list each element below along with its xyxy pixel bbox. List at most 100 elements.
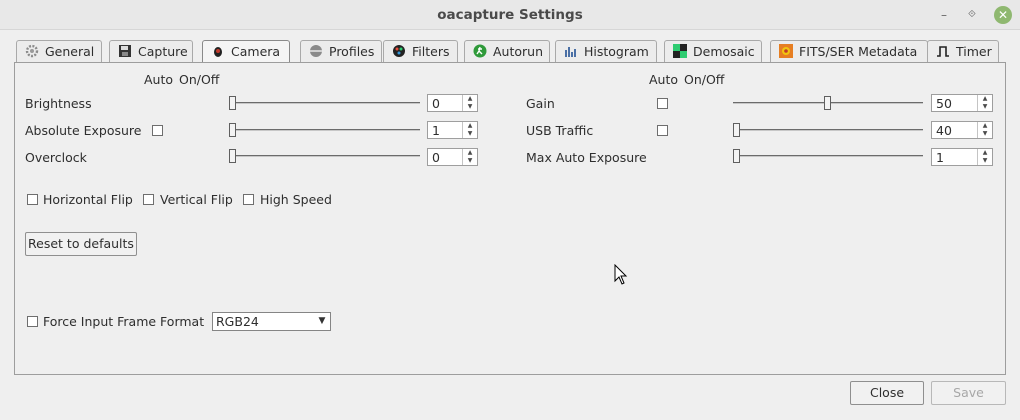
force-input-frame-format-label[interactable]: Force Input Frame Format: [43, 314, 204, 329]
image-metadata-icon: [779, 44, 793, 58]
right-auto-header: Auto: [649, 72, 679, 87]
increment-arrow-icon: ▲: [467, 122, 473, 129]
absolute-exposure-auto-checkbox[interactable]: [152, 125, 163, 136]
slider-handle[interactable]: [229, 149, 236, 163]
absolute-exposure-label: Absolute Exposure: [25, 123, 142, 138]
increment-arrow-icon: ▲: [467, 95, 473, 102]
reset-to-defaults-button[interactable]: Reset to defaults: [25, 232, 137, 256]
force-input-frame-format-checkbox[interactable]: [27, 316, 38, 327]
absolute-exposure-spinbox[interactable]: 1 ▲ ▼: [427, 121, 478, 139]
spinbox-value: 1: [936, 150, 944, 165]
frame-format-select[interactable]: RGB24 ▼: [212, 312, 331, 331]
brightness-label: Brightness: [25, 96, 92, 111]
brightness-slider[interactable]: [229, 96, 420, 110]
spinbox-value: 40: [936, 123, 952, 138]
tab-fits-ser-metadata[interactable]: FITS/SER Metadata: [770, 40, 928, 63]
tab-filters[interactable]: Filters: [383, 40, 458, 63]
spinbox-arrows[interactable]: ▲ ▼: [977, 122, 992, 138]
usb-traffic-slider[interactable]: [733, 123, 923, 137]
tab-profiles-label: Profiles: [329, 44, 375, 59]
minimize-button[interactable]: –: [935, 6, 953, 24]
tab-camera[interactable]: Camera: [202, 40, 290, 64]
max-auto-exposure-label: Max Auto Exposure: [526, 150, 647, 165]
gain-slider[interactable]: [733, 96, 923, 110]
tab-timer-label: Timer: [956, 44, 992, 59]
increment-arrow-icon: ▲: [467, 149, 473, 156]
gear-icon: [25, 44, 39, 58]
horizontal-flip-label[interactable]: Horizontal Flip: [43, 192, 133, 207]
tab-capture-label: Capture: [138, 44, 188, 59]
spinbox-value: 1: [432, 123, 440, 138]
slider-handle[interactable]: [733, 149, 740, 163]
left-auto-header: Auto: [144, 72, 174, 87]
slider-handle[interactable]: [229, 96, 236, 110]
spinbox-arrows[interactable]: ▲ ▼: [462, 95, 477, 111]
brightness-spinbox[interactable]: 0 ▲ ▼: [427, 94, 478, 112]
increment-arrow-icon: ▲: [982, 95, 988, 102]
spinbox-value: 0: [432, 96, 440, 111]
tab-demosaic-label: Demosaic: [693, 44, 755, 59]
decrement-arrow-icon: ▼: [467, 157, 473, 164]
tab-demosaic[interactable]: Demosaic: [664, 40, 762, 63]
maximize-button[interactable]: ⟐: [963, 6, 981, 24]
max-auto-exposure-slider[interactable]: [733, 149, 923, 163]
close-window-button[interactable]: ✕: [994, 6, 1012, 24]
disc-icon: [309, 44, 323, 58]
increment-arrow-icon: ▲: [982, 149, 988, 156]
spinbox-value: 0: [432, 150, 440, 165]
decrement-arrow-icon: ▼: [982, 130, 988, 137]
tab-histogram[interactable]: Histogram: [555, 40, 657, 63]
absolute-exposure-slider[interactable]: [229, 123, 420, 137]
camera-icon: [211, 44, 225, 58]
tab-camera-label: Camera: [231, 44, 281, 59]
chevron-down-icon[interactable]: ▼: [314, 313, 330, 330]
decrement-arrow-icon: ▼: [982, 157, 988, 164]
slider-handle[interactable]: [733, 123, 740, 137]
close-button[interactable]: Close: [850, 381, 924, 405]
bayer-grid-icon: [673, 44, 687, 58]
gain-label: Gain: [526, 96, 555, 111]
runner-icon: [473, 44, 487, 58]
frame-format-selected: RGB24: [216, 314, 259, 329]
gain-auto-checkbox[interactable]: [657, 98, 668, 109]
spinbox-value: 50: [936, 96, 952, 111]
max-auto-exposure-spinbox[interactable]: 1 ▲ ▼: [931, 148, 993, 166]
right-onoff-header: On/Off: [684, 72, 725, 87]
overclock-spinbox[interactable]: 0 ▲ ▼: [427, 148, 478, 166]
histogram-icon: [564, 44, 578, 58]
high-speed-checkbox[interactable]: [243, 194, 254, 205]
slider-handle[interactable]: [824, 96, 831, 110]
decrement-arrow-icon: ▼: [467, 103, 473, 110]
pulse-icon: [936, 44, 950, 58]
overclock-slider[interactable]: [229, 149, 420, 163]
gain-spinbox[interactable]: 50 ▲ ▼: [931, 94, 993, 112]
usb-traffic-auto-checkbox[interactable]: [657, 125, 668, 136]
tab-profiles[interactable]: Profiles: [300, 40, 382, 63]
mouse-pointer-icon: [614, 263, 628, 289]
spinbox-arrows[interactable]: ▲ ▼: [977, 149, 992, 165]
window-title: oacapture Settings: [437, 7, 583, 23]
tab-histogram-label: Histogram: [584, 44, 649, 59]
vertical-flip-label[interactable]: Vertical Flip: [160, 192, 233, 207]
slider-handle[interactable]: [229, 123, 236, 137]
tab-filters-label: Filters: [412, 44, 450, 59]
decrement-arrow-icon: ▼: [982, 103, 988, 110]
increment-arrow-icon: ▲: [982, 122, 988, 129]
decrement-arrow-icon: ▼: [467, 130, 473, 137]
save-button[interactable]: Save: [931, 381, 1006, 405]
horizontal-flip-checkbox[interactable]: [27, 194, 38, 205]
spinbox-arrows[interactable]: ▲ ▼: [462, 149, 477, 165]
overclock-label: Overclock: [25, 150, 87, 165]
tab-timer[interactable]: Timer: [927, 40, 999, 63]
tab-fits-ser-metadata-label: FITS/SER Metadata: [799, 44, 918, 59]
floppy-disk-icon: [118, 44, 132, 58]
usb-traffic-spinbox[interactable]: 40 ▲ ▼: [931, 121, 993, 139]
title-bar: oacapture Settings – ⟐ ✕: [0, 0, 1020, 30]
high-speed-label[interactable]: High Speed: [260, 192, 332, 207]
spinbox-arrows[interactable]: ▲ ▼: [977, 95, 992, 111]
tab-general[interactable]: General: [16, 40, 102, 63]
spinbox-arrows[interactable]: ▲ ▼: [462, 122, 477, 138]
tab-capture[interactable]: Capture: [109, 40, 193, 63]
tab-autorun[interactable]: Autorun: [464, 40, 550, 63]
vertical-flip-checkbox[interactable]: [143, 194, 154, 205]
